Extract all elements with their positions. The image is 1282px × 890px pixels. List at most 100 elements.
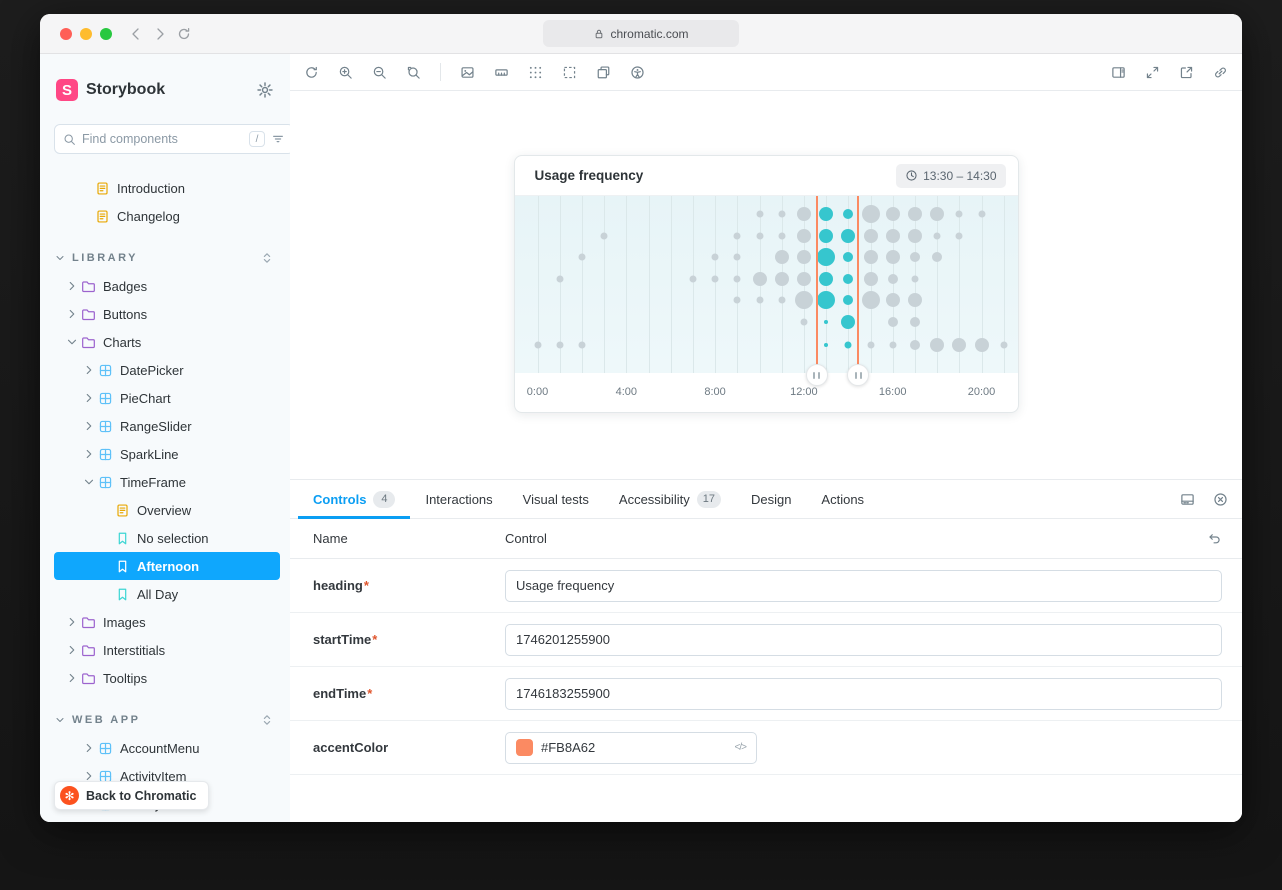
sidebar-item-interstitials[interactable]: Interstitials bbox=[54, 636, 280, 664]
viewport-copies-icon[interactable] bbox=[596, 65, 611, 80]
filter-icon[interactable] bbox=[271, 132, 285, 146]
color-control-accentColor[interactable]: #FB8A62</> bbox=[505, 732, 757, 764]
grid-icon[interactable] bbox=[528, 65, 543, 80]
address-bar[interactable]: chromatic.com bbox=[543, 20, 739, 47]
sidebar-item-label: PieChart bbox=[120, 391, 171, 406]
sidebar-item-badges[interactable]: Badges bbox=[54, 272, 280, 300]
sidebar-item-label: Images bbox=[103, 615, 146, 630]
zoom-reset-icon[interactable] bbox=[406, 65, 421, 80]
required-asterisk: * bbox=[364, 578, 369, 593]
remount-icon[interactable] bbox=[304, 65, 319, 80]
open-new-tab-icon[interactable] bbox=[1179, 65, 1194, 80]
copy-link-icon[interactable] bbox=[1213, 65, 1228, 80]
search-box[interactable]: / bbox=[54, 124, 290, 154]
panel-position-icon[interactable] bbox=[1111, 65, 1126, 80]
sidebar-item-afternoon[interactable]: Afternoon bbox=[54, 552, 280, 580]
frequency-dot bbox=[817, 248, 835, 266]
close-window-button[interactable] bbox=[60, 28, 72, 40]
chevron-right-icon[interactable] bbox=[65, 671, 79, 685]
close-panel-icon[interactable] bbox=[1213, 492, 1228, 507]
chevron-right-icon[interactable] bbox=[65, 279, 79, 293]
search-input[interactable] bbox=[82, 132, 243, 146]
control-name: endTime* bbox=[313, 686, 505, 701]
background-icon[interactable] bbox=[460, 65, 475, 80]
sidebar-item-overview[interactable]: Overview bbox=[54, 496, 280, 524]
sidebar-item-sparkline[interactable]: SparkLine bbox=[54, 440, 280, 468]
chevron-right-icon[interactable] bbox=[65, 615, 79, 629]
sidebar-item-tooltips[interactable]: Tooltips bbox=[54, 664, 280, 692]
sidebar-item-charts[interactable]: Charts bbox=[54, 328, 280, 356]
gear-icon[interactable] bbox=[256, 81, 274, 99]
chevron-right-icon[interactable] bbox=[82, 419, 96, 433]
zoom-out-icon[interactable] bbox=[372, 65, 387, 80]
url-text: chromatic.com bbox=[610, 27, 688, 41]
forward-icon[interactable] bbox=[152, 26, 168, 42]
tab-controls[interactable]: Controls4 bbox=[298, 480, 410, 518]
sidebar-item-timeframe[interactable]: TimeFrame bbox=[54, 468, 280, 496]
gridline bbox=[737, 196, 738, 373]
chevron-right-icon[interactable] bbox=[82, 447, 96, 461]
zoom-window-button[interactable] bbox=[100, 28, 112, 40]
sidebar-item-datepicker[interactable]: DatePicker bbox=[54, 356, 280, 384]
sidebar-item-rangeslider[interactable]: RangeSlider bbox=[54, 412, 280, 440]
frequency-dot bbox=[886, 250, 900, 264]
chevron-down-icon[interactable] bbox=[82, 475, 96, 489]
measure-icon[interactable] bbox=[494, 65, 509, 80]
tab-label: Controls bbox=[313, 492, 366, 507]
control-name: startTime* bbox=[313, 632, 505, 647]
range-end-line bbox=[857, 196, 859, 373]
text-control-heading[interactable] bbox=[505, 570, 1222, 602]
expand-collapse-icon[interactable] bbox=[260, 713, 274, 727]
tab-actions[interactable]: Actions bbox=[806, 480, 879, 518]
code-icon[interactable]: </> bbox=[735, 742, 746, 753]
chevron-right-icon[interactable] bbox=[82, 391, 96, 405]
sidebar: S Storybook / IntroductionChangelogLIBRA… bbox=[40, 54, 290, 822]
control-row-accentColor: accentColor#FB8A62</> bbox=[290, 721, 1242, 775]
sidebar-item-accountmenu[interactable]: AccountMenu bbox=[54, 734, 280, 762]
text-control-startTime[interactable] bbox=[505, 624, 1222, 656]
tab-interactions[interactable]: Interactions bbox=[410, 480, 507, 518]
section-label: WEB APP bbox=[72, 714, 260, 726]
panel-orientation-icon[interactable] bbox=[1180, 492, 1195, 507]
frequency-dot bbox=[843, 295, 853, 305]
tab-visual-tests[interactable]: Visual tests bbox=[508, 480, 604, 518]
back-icon[interactable] bbox=[128, 26, 144, 42]
sidebar-item-all-day[interactable]: All Day bbox=[54, 580, 280, 608]
reload-icon[interactable] bbox=[176, 26, 192, 42]
range-end-handle[interactable] bbox=[847, 364, 869, 386]
frequency-dot bbox=[934, 233, 941, 240]
chevron-right-icon[interactable] bbox=[65, 643, 79, 657]
sidebar-item-introduction[interactable]: Introduction bbox=[54, 174, 280, 202]
back-to-chromatic-button[interactable]: ✻ Back to Chromatic bbox=[54, 781, 209, 810]
sidebar-item-changelog[interactable]: Changelog bbox=[54, 202, 280, 230]
frequency-dot bbox=[689, 276, 696, 283]
sidebar-section-library[interactable]: LIBRARY bbox=[54, 244, 280, 272]
accessibility-icon[interactable] bbox=[630, 65, 645, 80]
frequency-dot bbox=[578, 342, 585, 349]
fullscreen-icon[interactable] bbox=[1145, 65, 1160, 80]
sidebar-item-no-selection[interactable]: No selection bbox=[54, 524, 280, 552]
minimize-window-button[interactable] bbox=[80, 28, 92, 40]
tab-design[interactable]: Design bbox=[736, 480, 806, 518]
chevron-right-icon[interactable] bbox=[65, 307, 79, 321]
tab-accessibility[interactable]: Accessibility17 bbox=[604, 480, 736, 518]
tab-label: Accessibility bbox=[619, 492, 690, 507]
range-start-handle[interactable] bbox=[806, 364, 828, 386]
outline-icon[interactable] bbox=[562, 65, 577, 80]
reset-controls-icon[interactable] bbox=[1207, 531, 1222, 546]
expand-collapse-icon[interactable] bbox=[260, 251, 274, 265]
sidebar-item-buttons[interactable]: Buttons bbox=[54, 300, 280, 328]
frequency-dot bbox=[930, 207, 944, 221]
chevron-right-icon[interactable] bbox=[82, 363, 96, 377]
folder-icon bbox=[81, 307, 96, 322]
chevron-right-icon[interactable] bbox=[82, 741, 96, 755]
sidebar-item-piechart[interactable]: PieChart bbox=[54, 384, 280, 412]
sidebar-item-images[interactable]: Images bbox=[54, 608, 280, 636]
frequency-dot bbox=[886, 293, 900, 307]
chevron-down-icon[interactable] bbox=[65, 335, 79, 349]
zoom-in-icon[interactable] bbox=[338, 65, 353, 80]
dot-plot-chart bbox=[515, 196, 1018, 373]
text-control-endTime[interactable] bbox=[505, 678, 1222, 710]
control-row-startTime: startTime* bbox=[290, 613, 1242, 667]
sidebar-section-web-app[interactable]: WEB APP bbox=[54, 706, 280, 734]
